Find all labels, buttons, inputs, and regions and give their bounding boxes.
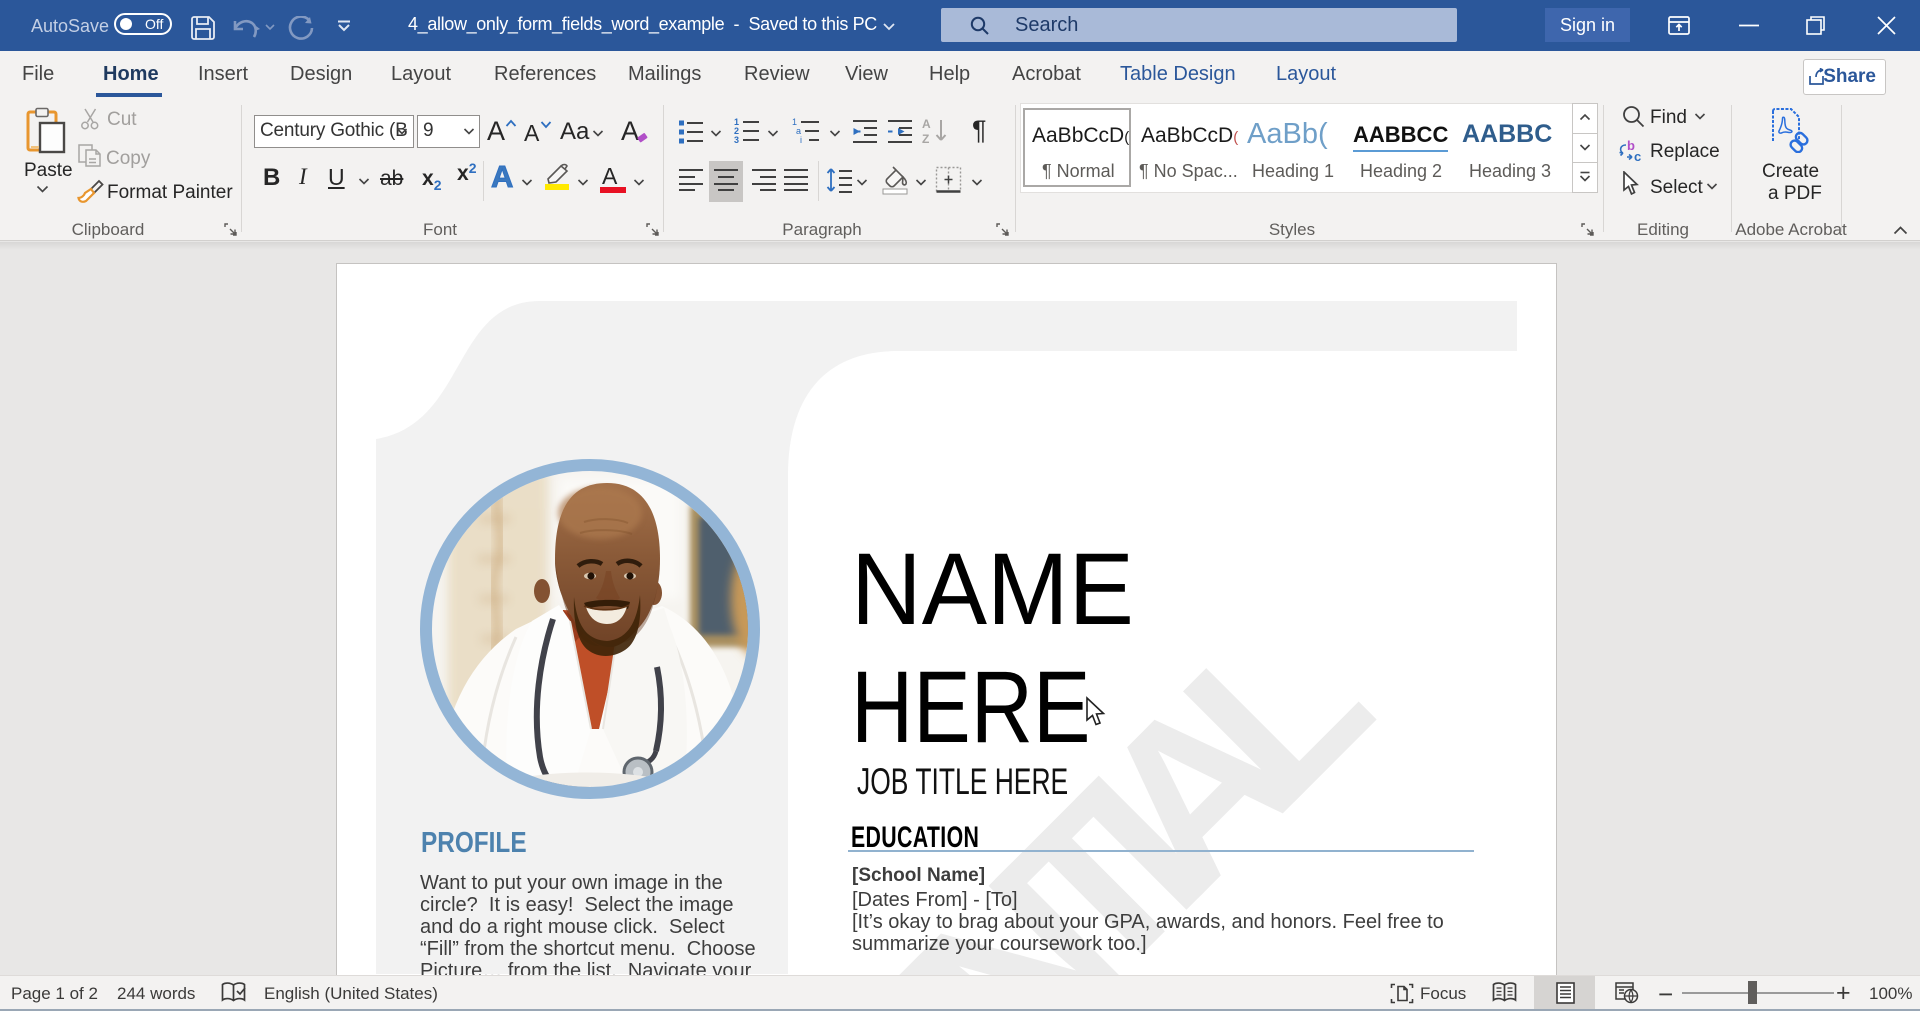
svg-text:i: i: [800, 135, 802, 145]
svg-text:Z: Z: [922, 132, 929, 145]
svg-text:3: 3: [734, 135, 739, 145]
svg-text:c: c: [1634, 149, 1641, 163]
svg-text:A: A: [922, 117, 931, 131]
